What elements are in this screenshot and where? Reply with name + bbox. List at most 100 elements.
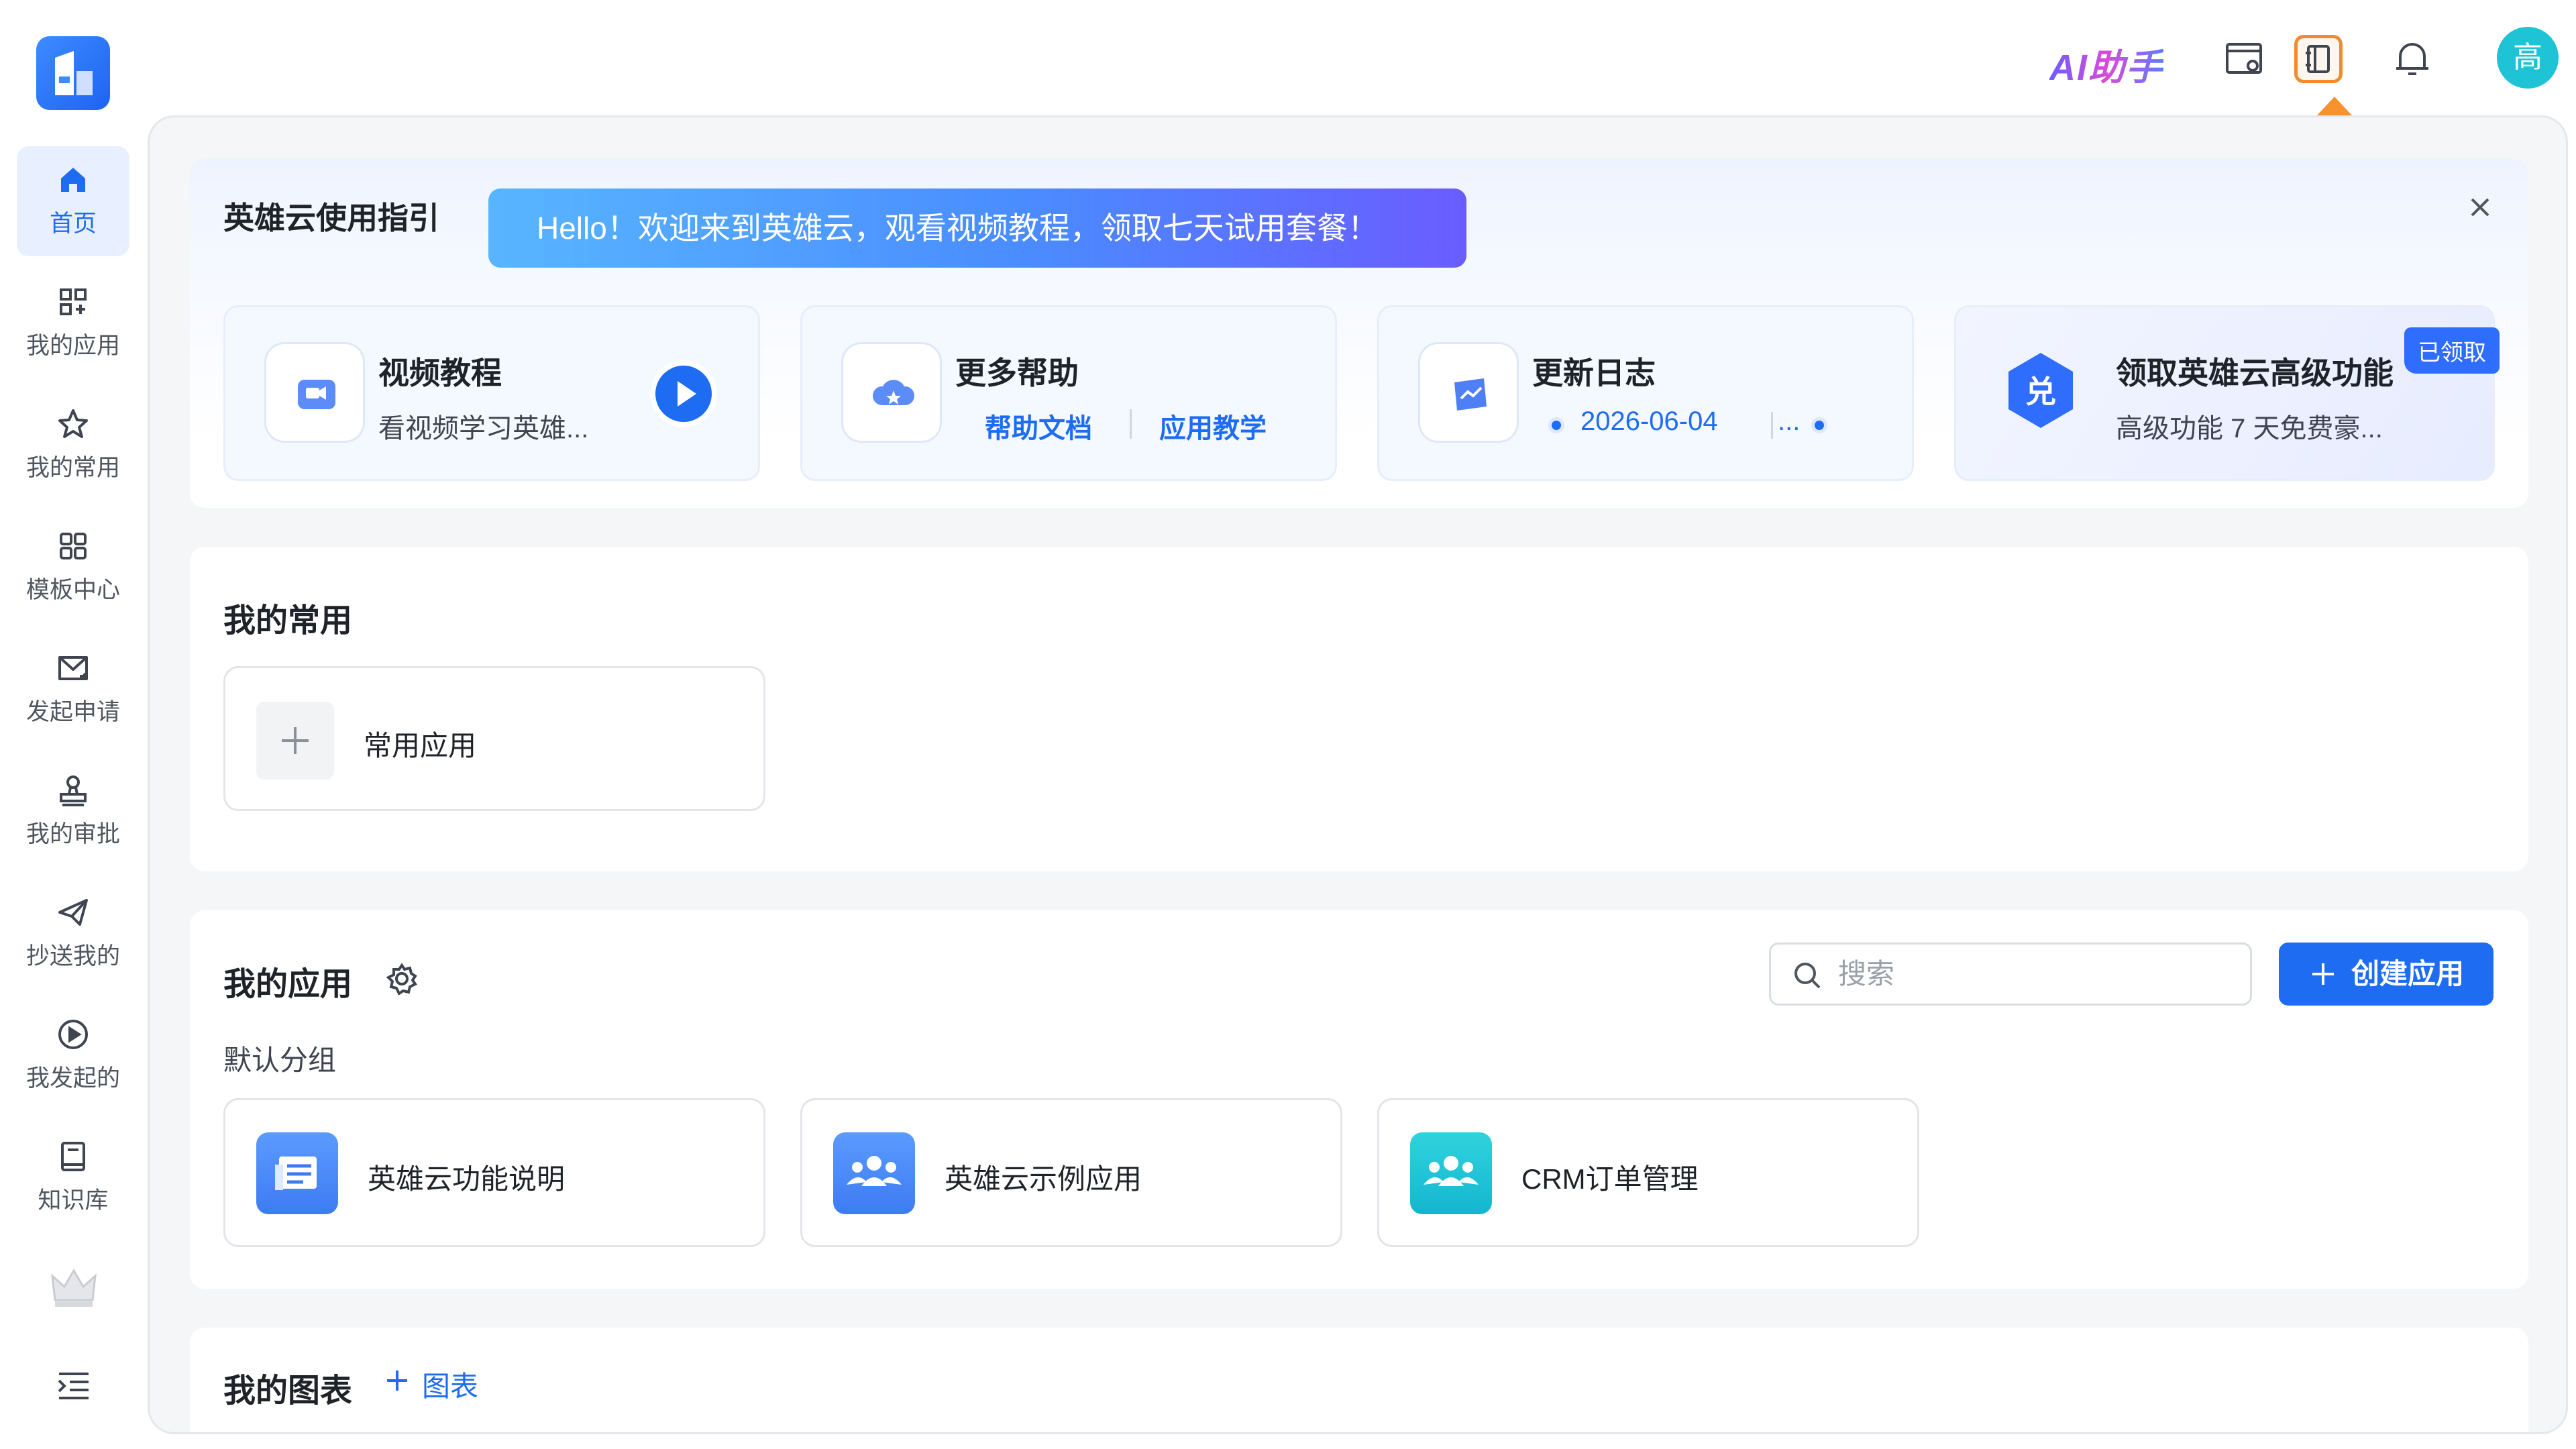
document-icon (275, 1157, 317, 1190)
tile-subtitle: 高级功能 7 天免费豪... (2116, 414, 2383, 443)
sidebar-item-label: 我的应用 (25, 333, 120, 359)
user-avatar[interactable]: 高 (2497, 27, 2559, 89)
app-tutorial-link[interactable]: 应用教学 (1159, 407, 1267, 445)
video-icon (298, 380, 335, 409)
sidebar-item-label: 模板中心 (25, 577, 120, 603)
divider (1130, 409, 1132, 439)
sidebar-item-my-apps[interactable]: 我的应用 (17, 268, 129, 378)
plus-icon (387, 1371, 407, 1391)
changelog-tile[interactable]: 更新日志 2026-06-04 ... (1377, 305, 1914, 481)
sidebar-item-initiated[interactable]: 我发起的 (17, 1001, 129, 1111)
premium-redeem-tile[interactable]: 兑 领取英雄云高级功能 高级功能 7 天免费豪... 已领取 (1954, 305, 2500, 481)
group-label: 默认分组 (223, 1044, 337, 1076)
notebook-icon (2306, 45, 2330, 73)
sidebar-item-templates[interactable]: 模板中心 (17, 513, 129, 623)
notebook-button[interactable] (2294, 35, 2343, 83)
divider (1771, 412, 1773, 439)
sidebar-item-cc[interactable]: 抄送我的 (17, 879, 129, 989)
my-apps-card: 我的应用 创建应用 默认分组 英雄云功能说明 (190, 910, 2528, 1289)
section-title: 我的应用 (223, 967, 353, 1002)
app-tile[interactable]: 英雄云示例应用 (800, 1098, 1342, 1247)
app-name: CRM订单管理 (1521, 1163, 1699, 1195)
sidebar-item-label: 首页 (49, 211, 97, 237)
home-icon (61, 168, 85, 192)
help-cloud-icon (872, 380, 915, 405)
play-circle-icon (58, 1020, 88, 1049)
sidebar-item-knowledge[interactable]: 知识库 (17, 1123, 129, 1233)
help-docs-link[interactable]: 帮助文档 (985, 407, 1092, 445)
create-app-button[interactable]: 创建应用 (2279, 943, 2493, 1006)
close-icon[interactable] (2461, 189, 2499, 226)
changelog-icon-box (1418, 342, 1519, 443)
sidebar-item-approvals[interactable]: 我的审批 (17, 757, 129, 867)
app-tile[interactable]: CRM订单管理 (1377, 1098, 1919, 1247)
logo-icon (55, 51, 93, 95)
favorites-card: 我的常用 常用应用 (190, 547, 2528, 871)
sidebar-item-label: 我的常用 (25, 455, 120, 481)
tile-title: 领取英雄云高级功能 (2116, 356, 2394, 390)
tile-title: 更多帮助 (955, 356, 1079, 390)
apps-icon (60, 288, 87, 315)
approval-icon (60, 775, 87, 806)
add-favorite-label: 常用应用 (364, 730, 477, 761)
timeline-dot-icon (1811, 417, 1827, 433)
changelog-icon (1454, 378, 1487, 411)
add-plus-box (256, 702, 334, 780)
claimed-badge: 已领取 (2404, 327, 2500, 374)
sidebar-item-apply[interactable]: 发起申请 (17, 635, 129, 745)
app-icon (1410, 1132, 1492, 1214)
app-name: 英雄云示例应用 (945, 1163, 1142, 1195)
collapse-menu-icon[interactable] (55, 1367, 93, 1405)
changelog-more: ... (1778, 407, 1801, 436)
team-icon (1424, 1156, 1479, 1186)
sidebar: 首页 我的应用 我的常用 模板中心 发起申请 我的审批 抄送我的 我发起的 知识… (0, 0, 146, 1449)
plus-icon (2312, 963, 2334, 985)
tile-title: 更新日志 (1532, 356, 1656, 390)
app-logo[interactable] (36, 36, 110, 110)
crown-icon[interactable] (47, 1261, 101, 1315)
create-app-label: 创建应用 (2351, 958, 2465, 989)
add-chart-label: 图表 (422, 1371, 479, 1402)
sidebar-item-label: 我发起的 (25, 1065, 120, 1091)
help-icon-box (841, 342, 942, 443)
sidebar-item-label: 抄送我的 (25, 943, 120, 969)
section-title: 我的图表 (223, 1373, 353, 1409)
bell-icon[interactable] (2388, 35, 2436, 83)
sidebar-item-label: 知识库 (38, 1187, 109, 1214)
star-icon (58, 409, 88, 438)
more-help-tile: 更多帮助 帮助文档 应用教学 (800, 305, 1337, 481)
section-title: 我的常用 (223, 603, 353, 639)
app-icon (256, 1132, 338, 1214)
app-tile[interactable]: 英雄云功能说明 (223, 1098, 765, 1247)
guide-title: 英雄云使用指引 (223, 201, 439, 235)
search-input[interactable] (1838, 954, 2227, 994)
sidebar-item-favorites[interactable]: 我的常用 (17, 390, 129, 500)
guide-card: 英雄云使用指引 Hello！欢迎来到英雄云，观看视频教程，领取七天试用套餐！ 视… (190, 159, 2528, 508)
ai-assistant-button[interactable]: AI助手 (2049, 38, 2163, 91)
screen-settings-icon[interactable] (2220, 35, 2269, 83)
svg-text:兑: 兑 (2025, 374, 2056, 410)
sidebar-item-home[interactable]: 首页 (17, 146, 129, 256)
app-icon (833, 1132, 915, 1214)
search-box[interactable] (1769, 943, 2252, 1006)
guide-banner[interactable]: Hello！欢迎来到英雄云，观看视频教程，领取七天试用套餐！ (488, 189, 1466, 268)
changelog-date: 2026-06-04 (1580, 407, 1718, 436)
mail-icon (58, 656, 88, 680)
sidebar-item-label: 发起申请 (25, 699, 120, 725)
plus-icon (282, 727, 309, 754)
sidebar-item-label: 我的审批 (25, 821, 120, 847)
book-icon (61, 1142, 85, 1171)
template-icon (60, 533, 87, 559)
team-icon (847, 1156, 902, 1186)
play-icon[interactable] (648, 358, 719, 429)
tile-title: 视频教程 (378, 356, 502, 390)
tile-subtitle: 看视频学习英雄... (378, 414, 589, 443)
main-panel: 英雄云使用指引 Hello！欢迎来到英雄云，观看视频教程，领取七天试用套餐！ 视… (148, 115, 2568, 1434)
video-tutorial-tile[interactable]: 视频教程 看视频学习英雄... (223, 305, 760, 481)
search-icon (1794, 963, 1821, 989)
gear-icon[interactable] (383, 960, 421, 998)
redeem-icon: 兑 (2008, 353, 2073, 428)
video-icon-box (264, 342, 365, 443)
app-name: 英雄云功能说明 (368, 1163, 566, 1195)
add-favorite-tile[interactable]: 常用应用 (223, 666, 765, 811)
